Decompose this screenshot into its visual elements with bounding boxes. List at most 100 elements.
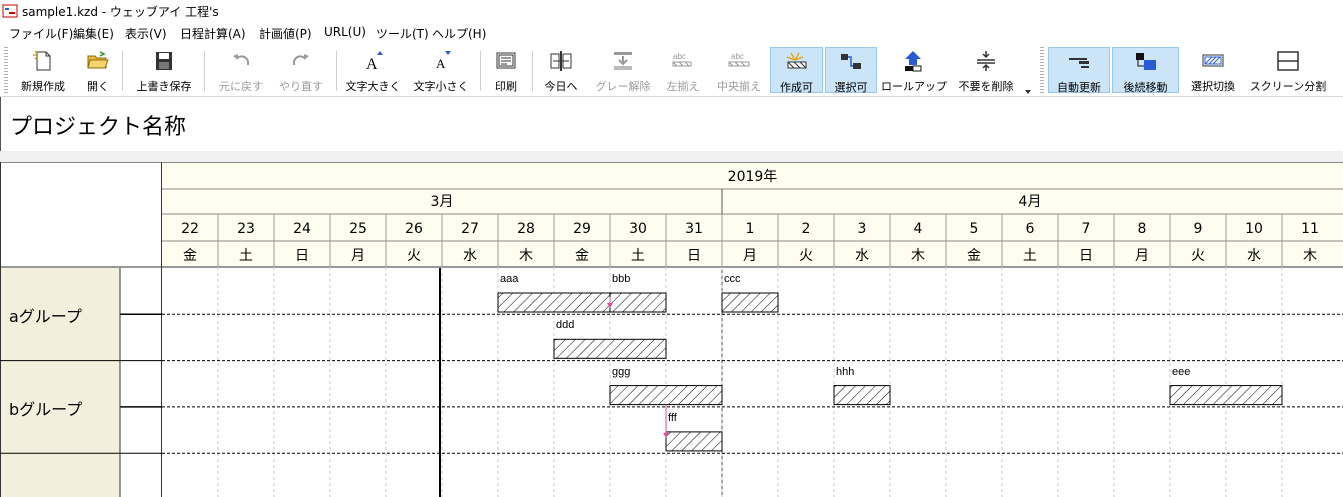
print-preview-icon xyxy=(496,52,516,69)
select-mode-toggle[interactable]: 選択可 xyxy=(825,47,877,94)
font-larger-button-label: 文字大きく xyxy=(345,80,401,93)
task-bar[interactable] xyxy=(721,292,779,313)
delete-unneeded-button[interactable]: 不要を削除 xyxy=(951,47,1021,93)
group-label[interactable]: aグループ xyxy=(9,303,82,327)
undo-button[interactable]: 元に戻す xyxy=(212,47,270,93)
menu-url[interactable]: URL(U) xyxy=(324,25,366,39)
auto-update-toggle[interactable]: 自動更新 xyxy=(1048,47,1110,94)
title-bar: sample1.kzd - ウェッブアイ 工程's xyxy=(0,0,1343,22)
task-bar[interactable] xyxy=(609,385,723,406)
create-mode-toggle[interactable]: 作成可 xyxy=(770,47,823,94)
print-button[interactable]: 印刷 xyxy=(486,47,526,93)
task-label[interactable]: eee xyxy=(1172,366,1190,378)
weekday-label: 火 xyxy=(407,248,421,264)
gray-clear-icon xyxy=(614,52,632,70)
task-label[interactable]: ccc xyxy=(724,273,741,285)
task-label[interactable]: fff xyxy=(668,412,677,424)
task-bar[interactable] xyxy=(665,431,723,452)
toolbar-separator xyxy=(204,51,205,91)
menu-bar: ファイル(F) 編集(E) 表示(V) 日程計算(A) 計画値(P) URL(U… xyxy=(0,22,1343,43)
day-number: 2 xyxy=(802,221,811,237)
auto-update-icon xyxy=(1069,58,1089,68)
font-larger-button[interactable]: A 文字大きく xyxy=(342,47,404,93)
menu-plan-value[interactable]: 計画値(P) xyxy=(259,25,312,42)
font-smaller-button-label: 文字小さく xyxy=(413,80,469,93)
toolbar: 新規作成 開く 上書き保存 元に戻す やり直す A 文字大きく A 文字小さく … xyxy=(0,43,1343,97)
task-label[interactable]: bbb xyxy=(612,273,630,285)
toolbar-overflow-chevron-icon[interactable] xyxy=(1024,81,1032,94)
align-center-button[interactable]: abc 中央揃え xyxy=(712,47,766,93)
split-screen-label: スクリーン分割 xyxy=(1249,80,1327,93)
font-increase-icon: A xyxy=(366,51,383,72)
day-number: 23 xyxy=(237,221,255,237)
splitter-band[interactable] xyxy=(0,151,1343,162)
goto-today-icon xyxy=(550,51,572,71)
redo-button-label: やり直す xyxy=(279,80,323,93)
svg-text:abc: abc xyxy=(731,52,744,61)
task-label[interactable]: ddd xyxy=(556,319,574,331)
redo-button[interactable]: やり直す xyxy=(272,47,330,93)
weekday-label: 土 xyxy=(631,248,645,264)
save-button[interactable]: 上書き保存 xyxy=(130,47,198,93)
task-label[interactable]: ggg xyxy=(612,366,630,378)
menu-tools[interactable]: ツール(T) xyxy=(376,25,429,42)
rollup-button[interactable]: ロールアップ xyxy=(881,47,947,93)
selection-switch-icon xyxy=(1202,54,1224,67)
task-bar[interactable] xyxy=(553,338,667,359)
weekday-label: 金 xyxy=(575,248,589,264)
weekday-label: 日 xyxy=(295,248,309,264)
menu-file[interactable]: ファイル(F) xyxy=(9,25,73,42)
task-label[interactable]: hhh xyxy=(836,366,854,378)
project-name-bar: プロジェクト名称 xyxy=(0,97,1343,152)
weekday-label: 日 xyxy=(687,248,701,264)
ungray-button-label: グレー解除 xyxy=(595,80,651,93)
day-number: 25 xyxy=(349,221,367,237)
day-number: 31 xyxy=(685,221,703,237)
menu-view[interactable]: 表示(V) xyxy=(125,25,167,42)
menu-schedule-calc[interactable]: 日程計算(A) xyxy=(180,25,246,42)
menu-help[interactable]: ヘルプ(H) xyxy=(432,25,486,42)
align-center-button-label: 中央揃え xyxy=(717,80,761,93)
rollup-arrow-icon xyxy=(905,51,922,72)
align-left-button[interactable]: abc 左揃え xyxy=(660,47,706,93)
task-bar[interactable] xyxy=(833,385,891,406)
menu-edit[interactable]: 編集(E) xyxy=(73,25,114,42)
day-number: 27 xyxy=(461,221,479,237)
project-name[interactable]: プロジェクト名称 xyxy=(10,109,186,141)
task-label[interactable]: aaa xyxy=(500,273,518,285)
window-title: sample1.kzd - ウェッブアイ 工程's xyxy=(22,5,219,19)
day-number: 6 xyxy=(1026,221,1035,237)
select-mode-label: 選択可 xyxy=(834,81,868,94)
today-button[interactable]: 今日へ xyxy=(538,47,584,93)
font-smaller-button[interactable]: A 文字小さく xyxy=(410,47,472,93)
gantt-chart[interactable]: 2019年 3月 4月 22 金 23 土 24 日 25 月 26 火 27 水 28 木 29 金 30 土 31 日 1… xyxy=(0,162,1343,497)
auto-update-label: 自動更新 xyxy=(1057,81,1101,94)
task-bar[interactable] xyxy=(497,292,611,313)
ungray-button[interactable]: グレー解除 xyxy=(592,47,654,93)
weekday-label: 土 xyxy=(1023,248,1037,264)
folder-open-icon xyxy=(87,51,109,69)
new-button[interactable]: 新規作成 xyxy=(12,47,74,93)
new-button-label: 新規作成 xyxy=(21,80,65,93)
undo-button-label: 元に戻す xyxy=(219,80,263,93)
weekday-label: 月 xyxy=(743,248,757,264)
task-bar[interactable] xyxy=(1169,385,1283,406)
day-number: 30 xyxy=(629,221,647,237)
weekday-label: 木 xyxy=(519,248,533,264)
day-number: 22 xyxy=(181,221,199,237)
group-label[interactable]: bグループ xyxy=(9,396,82,420)
task-bar[interactable] xyxy=(609,292,667,313)
open-button[interactable]: 開く xyxy=(78,47,118,93)
weekday-label: 水 xyxy=(463,248,477,264)
day-number: 9 xyxy=(1194,221,1203,237)
gantt-canvas[interactable]: 2019年3月 4月22金23土24日25月26火27水28木29金30土31日1… xyxy=(0,162,1343,497)
toolbar-grip[interactable] xyxy=(1040,47,1044,93)
day-number: 7 xyxy=(1082,221,1091,237)
weekday-label: 火 xyxy=(1191,248,1205,264)
create-mode-label: 作成可 xyxy=(780,81,813,94)
successor-move-toggle[interactable]: 後続移動 xyxy=(1112,47,1179,94)
toolbar-grip[interactable] xyxy=(4,47,8,93)
select-toggle-button[interactable]: 選択切換 xyxy=(1183,47,1243,93)
weekday-label: 日 xyxy=(1079,248,1093,264)
split-screen-button[interactable]: スクリーン分割 xyxy=(1249,47,1327,93)
